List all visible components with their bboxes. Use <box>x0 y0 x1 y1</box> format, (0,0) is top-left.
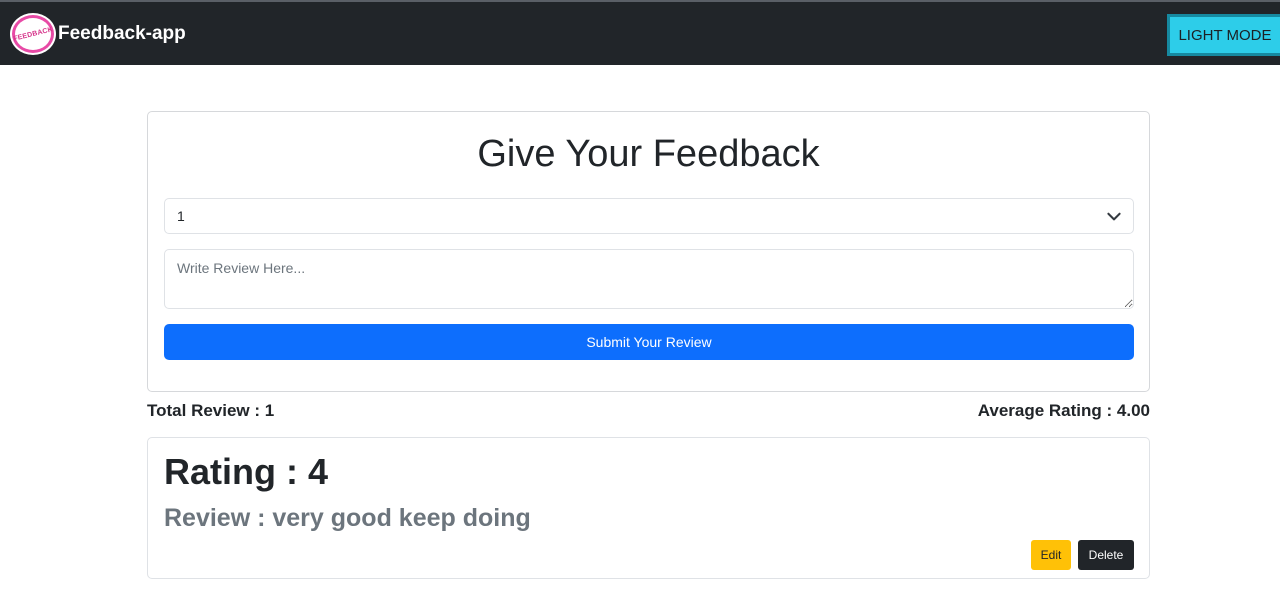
review-card: Rating : 4 Review : very good keep doing… <box>147 437 1150 579</box>
rating-select-value: 1 <box>177 208 185 224</box>
submit-review-button[interactable]: Submit Your Review <box>164 324 1134 360</box>
logo-stamp: FEEDBACK <box>12 18 54 50</box>
average-rating: Average Rating : 4.00 <box>977 401 1150 420</box>
logo-text: FEEDBACK <box>12 25 54 43</box>
edit-button[interactable]: Edit <box>1031 540 1071 570</box>
form-title: Give Your Feedback <box>477 133 820 175</box>
brand[interactable]: FEEDBACK Feedback-app <box>10 12 186 56</box>
rating-select[interactable]: 1 <box>164 198 1134 234</box>
feedback-form-card: Give Your Feedback 1 Submit Your Review <box>147 111 1150 392</box>
chevron-down-icon <box>1107 212 1121 221</box>
feedback-logo: FEEDBACK <box>10 13 56 55</box>
total-review-count: Total Review : 1 <box>147 401 275 420</box>
brand-name[interactable]: Feedback-app <box>58 23 186 45</box>
delete-button[interactable]: Delete <box>1078 540 1134 570</box>
light-mode-button[interactable]: LIGHT MODE <box>1167 14 1280 56</box>
review-text: Review : very good keep doing <box>164 504 531 532</box>
review-textarea[interactable] <box>164 249 1134 309</box>
navbar: FEEDBACK Feedback-app LIGHT MODE <box>0 0 1280 65</box>
review-rating: Rating : 4 <box>164 451 329 492</box>
